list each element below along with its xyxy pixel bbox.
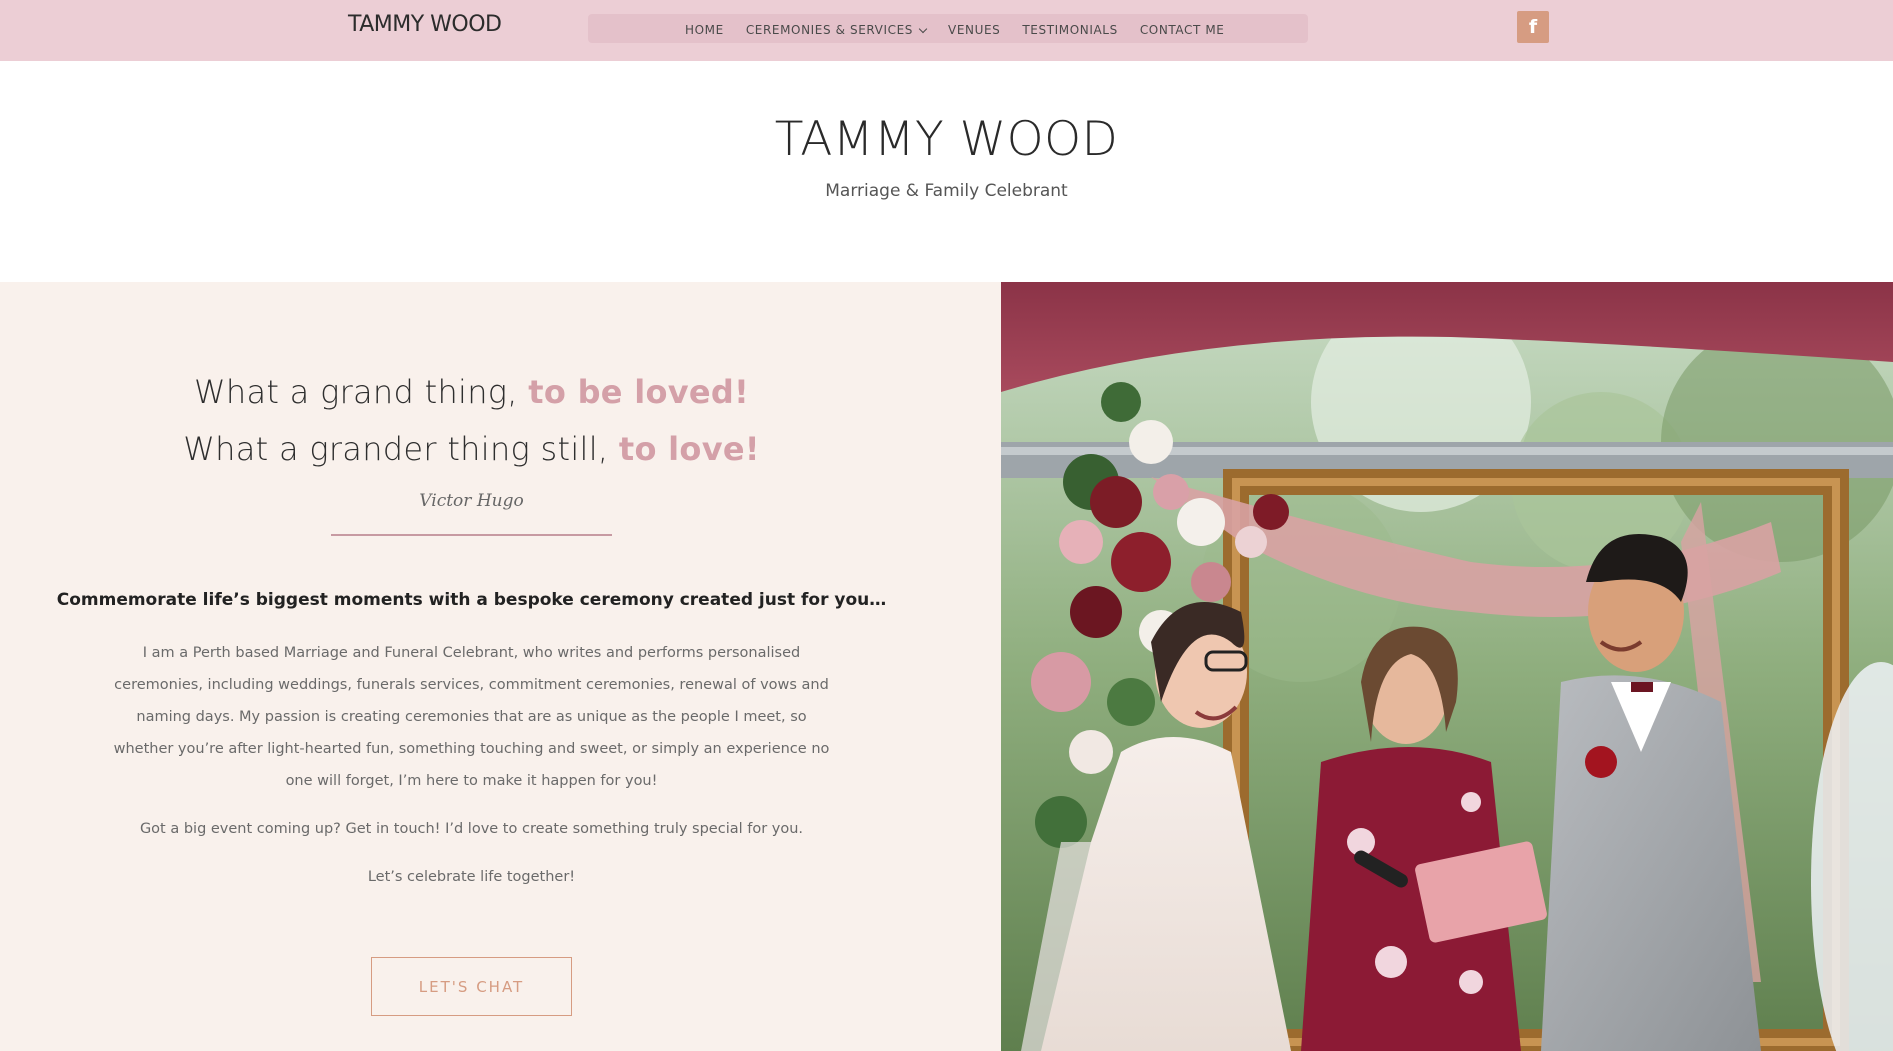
tagline: Commemorate life’s biggest moments with … <box>56 590 887 610</box>
nav-testimonials-label: TESTIMONIALS <box>1022 23 1118 37</box>
nav-ceremonies-services[interactable]: CEREMONIES & SERVICES <box>745 23 928 37</box>
chevron-down-icon <box>918 24 928 33</box>
quote-line-2: What a grander thing still, to love! <box>0 421 943 478</box>
hugo-quote: What a grand thing, to be loved! What a … <box>0 364 943 478</box>
top-navbar: TAMMY WOOD HOME CEREMONIES & SERVICES VE… <box>0 0 1893 61</box>
nav-venues-label: VENUES <box>948 23 1001 37</box>
intro-body: I am a Perth based Marriage and Funeral … <box>110 637 833 909</box>
intro-paragraph: Let’s celebrate life together! <box>367 869 576 885</box>
page-title: TAMMY WOOD <box>774 112 1119 167</box>
main-menu: HOME CEREMONIES & SERVICES VENUES TESTIM… <box>685 20 1246 40</box>
site-logo[interactable]: TAMMY WOOD <box>348 12 502 37</box>
quote-line-2-accent: to love! <box>618 430 760 468</box>
facebook-icon[interactable]: f <box>1517 11 1549 43</box>
quote-line-2-text: What a grander thing still, <box>183 430 619 468</box>
lets-chat-button[interactable]: LET'S CHAT <box>371 957 572 1016</box>
quote-line-1-accent: to be loved! <box>528 373 750 411</box>
nav-venues[interactable]: VENUES <box>948 23 1000 37</box>
divider <box>331 534 612 536</box>
intro-paragraph: Got a big event coming up? Get in touch!… <box>139 821 804 837</box>
wedding-ceremony-photo <box>1001 282 1893 1051</box>
quote-author: Victor Hugo <box>419 491 524 511</box>
page-subtitle: Marriage & Family Celebrant <box>825 181 1068 201</box>
quote-line-1-text: What a grand thing, <box>193 373 529 411</box>
intro-panel: What a grand thing, to be loved! What a … <box>0 282 1001 1051</box>
nav-contact-label: CONTACT ME <box>1139 23 1225 37</box>
nav-testimonials[interactable]: TESTIMONIALS <box>1022 23 1117 37</box>
facebook-glyph: f <box>1528 16 1538 38</box>
nav-home-label: HOME <box>685 23 724 37</box>
nav-ceremonies-label: CEREMONIES & SERVICES <box>745 23 914 37</box>
quote-line-1: What a grand thing, to be loved! <box>0 364 943 421</box>
nav-contact-me[interactable]: CONTACT ME <box>1140 23 1225 37</box>
nav-home[interactable]: HOME <box>685 23 724 37</box>
intro-paragraph: I am a Perth based Marriage and Funeral … <box>113 645 830 789</box>
